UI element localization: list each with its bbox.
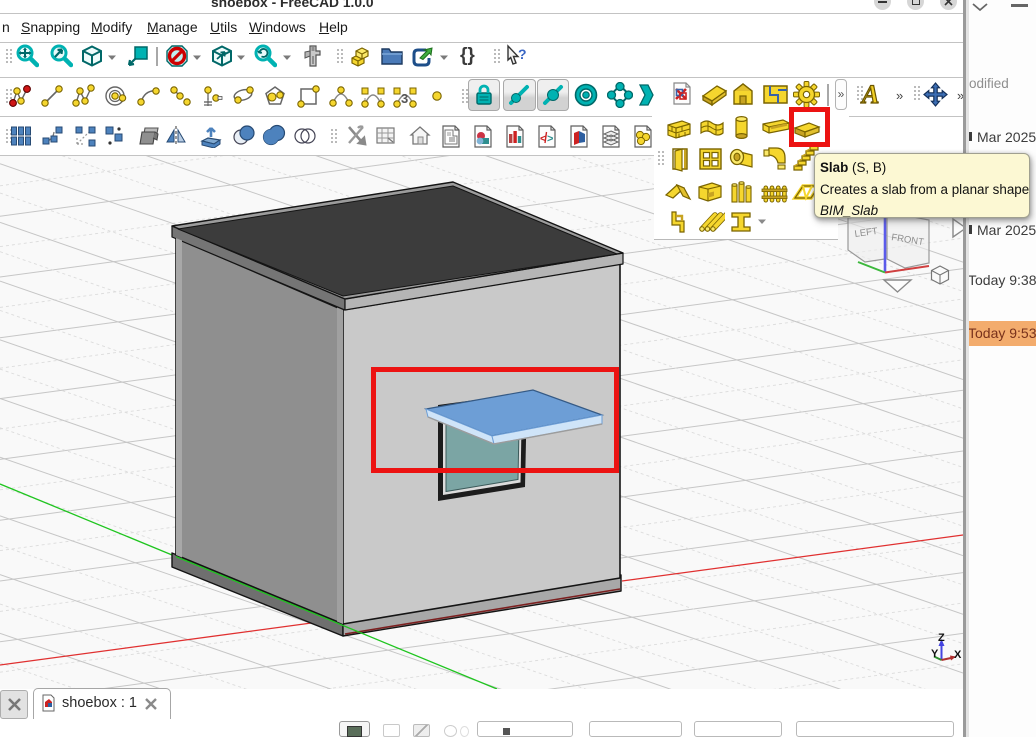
svg-text:X: X — [954, 649, 962, 661]
svg-text:Y: Y — [931, 648, 939, 660]
svg-text:3: 3 — [401, 91, 408, 106]
svg-text:?: ? — [518, 46, 527, 62]
svg-text:>: > — [547, 133, 553, 145]
svg-text:Z: Z — [938, 632, 945, 644]
